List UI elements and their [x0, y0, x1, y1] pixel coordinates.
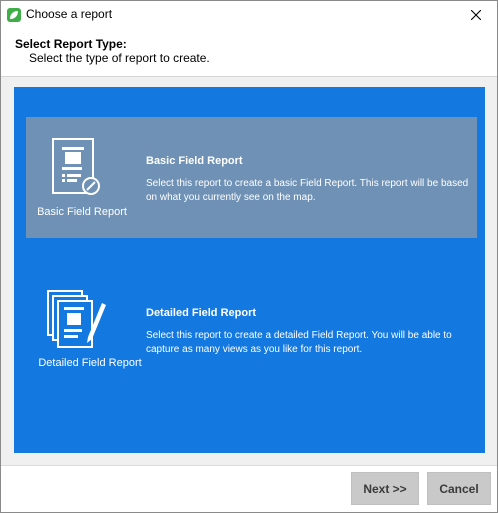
- option-title: Basic Field Report: [146, 155, 243, 167]
- basic-report-icon: [52, 138, 100, 195]
- next-button[interactable]: Next >>: [351, 472, 419, 505]
- close-button[interactable]: [455, 1, 497, 29]
- dialog-footer: Next >> Cancel: [1, 465, 497, 512]
- header-subtitle: Select the type of report to create.: [29, 51, 210, 65]
- option-caption: Basic Field Report: [37, 206, 127, 218]
- title-bar: Choose a report: [1, 1, 497, 29]
- cancel-button[interactable]: Cancel: [427, 472, 491, 505]
- option-detailed-field-report[interactable]: Detailed Field Report Detailed Field Rep…: [26, 269, 477, 390]
- option-description: Select this report to create a basic Fie…: [146, 178, 469, 203]
- choose-report-dialog: Choose a report Select Report Type: Sele…: [0, 0, 498, 513]
- window-title: Choose a report: [26, 7, 113, 21]
- wizard-header: Select Report Type: Select the type of r…: [1, 29, 497, 77]
- option-description: Select this report to create a detailed …: [146, 330, 452, 355]
- report-type-panel: Basic Field Report Basic Field Report Se…: [14, 87, 485, 453]
- content-area: Basic Field Report Basic Field Report Se…: [1, 77, 497, 465]
- detailed-report-icon: [47, 290, 106, 348]
- close-icon: [471, 10, 481, 20]
- option-caption: Detailed Field Report: [38, 357, 142, 369]
- app-leaf-icon: [7, 8, 21, 22]
- option-title: Detailed Field Report: [146, 307, 257, 319]
- header-title: Select Report Type:: [15, 37, 127, 51]
- option-basic-field-report[interactable]: Basic Field Report Basic Field Report Se…: [26, 117, 477, 238]
